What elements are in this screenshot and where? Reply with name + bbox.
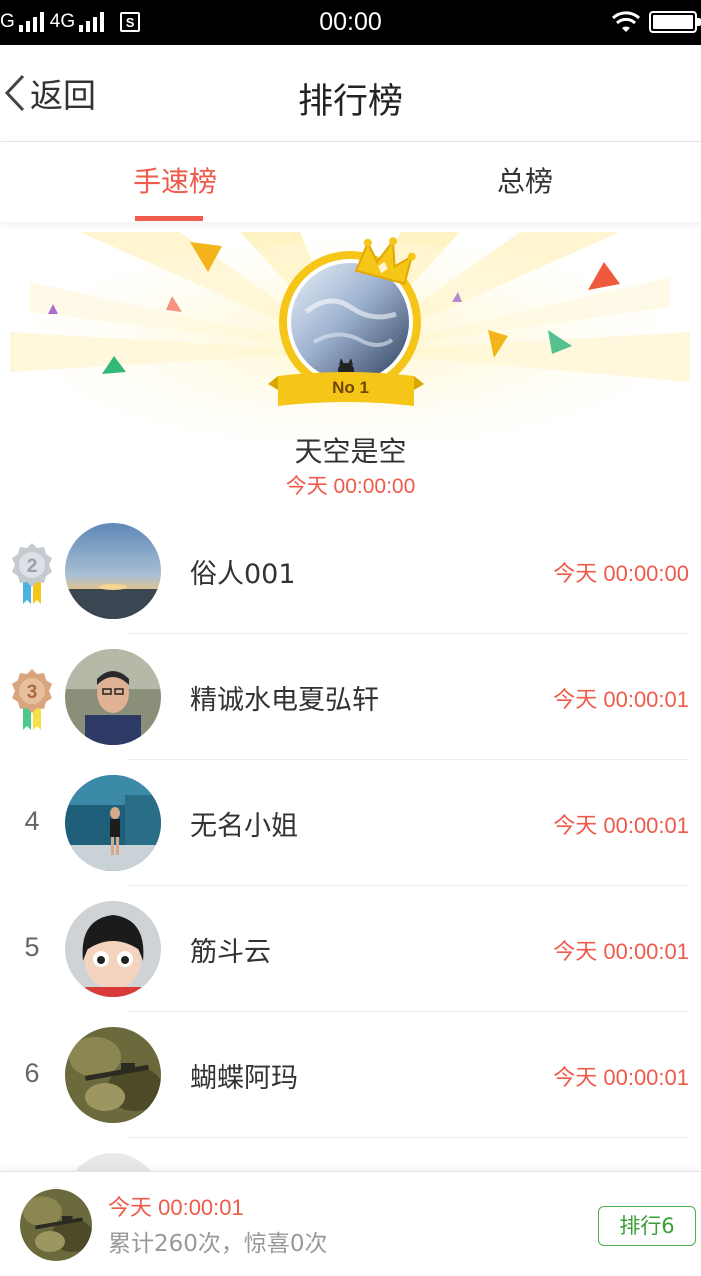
wifi-icon <box>611 11 641 32</box>
list-item[interactable]: 2 俗人001 今天 00:00:00 <box>0 508 701 634</box>
my-rank-button[interactable]: 排行6 <box>598 1206 696 1246</box>
avatar-image <box>65 523 161 619</box>
user-name: 俗人001 <box>190 559 296 590</box>
avatar[interactable] <box>65 649 161 745</box>
avatar-image <box>65 901 161 997</box>
bronze-medal-icon: 3 <box>12 669 52 730</box>
user-name: 精诚水电夏弘轩 <box>190 685 379 716</box>
user-name: 蝴蝶阿玛 <box>190 1063 298 1094</box>
user-time: 今天 00:00:01 <box>553 813 689 838</box>
tab-bar: 手速榜 总榜 <box>0 142 701 222</box>
status-right <box>611 10 701 34</box>
list-item[interactable]: 5 筋斗云 今天 00:00:01 <box>0 886 701 1012</box>
my-avatar[interactable] <box>20 1189 92 1261</box>
champion-name: 天空是空 <box>294 435 407 468</box>
my-time: 今天 00:00:01 <box>108 1195 244 1220</box>
battery-icon <box>649 11 701 33</box>
avatar[interactable] <box>65 775 161 871</box>
tab-speed-ranking[interactable]: 手速榜 <box>0 142 350 222</box>
medal-number: 3 <box>27 682 38 703</box>
no1-badge-label: No 1 <box>332 378 369 397</box>
status-bar: G 4G S 00:00 <box>0 0 701 45</box>
my-avatar-image <box>20 1189 92 1261</box>
avatar[interactable] <box>65 523 161 619</box>
tab-overall-ranking[interactable]: 总榜 <box>350 142 700 222</box>
silver-medal-icon: 2 <box>12 543 52 604</box>
rank-number: 4 <box>24 806 40 836</box>
medal-number: 2 <box>27 556 38 577</box>
tab-underline <box>135 216 203 221</box>
user-time: 今天 00:00:01 <box>553 939 689 964</box>
avatar-image <box>65 775 161 871</box>
my-record-bar: 今天 00:00:01 累计260次，惊喜0次 排行6 <box>0 1171 701 1276</box>
list-item[interactable]: 3 精诚水电夏弘轩 今天 00:00:01 <box>0 634 701 760</box>
my-stats: 累计260次，惊喜0次 <box>108 1231 328 1257</box>
user-time: 今天 00:00:01 <box>553 1065 689 1090</box>
avatar[interactable] <box>65 1027 161 1123</box>
champion-time: 今天 00:00:00 <box>285 475 416 498</box>
user-time: 今天 00:00:00 <box>553 561 689 586</box>
avatar-image <box>65 1027 161 1123</box>
rank-number: 6 <box>24 1058 40 1088</box>
user-name: 筋斗云 <box>190 937 271 968</box>
status-time: 00:00 <box>319 8 382 36</box>
avatar[interactable] <box>65 901 161 997</box>
list-item[interactable]: 6 蝴蝶阿玛 今天 00:00:01 <box>0 1012 701 1138</box>
list-item[interactable]: 4 无名小姐 今天 00:00:01 <box>0 760 701 886</box>
user-name: 无名小姐 <box>190 811 298 842</box>
page-title: 排行榜 <box>297 82 403 122</box>
ranking-list: 2 俗人001 今天 00:00:00 3 精诚水电夏弘轩 今天 00:00:0… <box>0 508 701 1264</box>
champion-section: No 1 天空是空 今天 00:00:00 <box>0 222 701 512</box>
rank-number: 5 <box>24 932 40 962</box>
user-time: 今天 00:00:01 <box>553 687 689 712</box>
nav-header: 返回 排行榜 <box>0 45 701 142</box>
avatar-image <box>65 649 161 745</box>
